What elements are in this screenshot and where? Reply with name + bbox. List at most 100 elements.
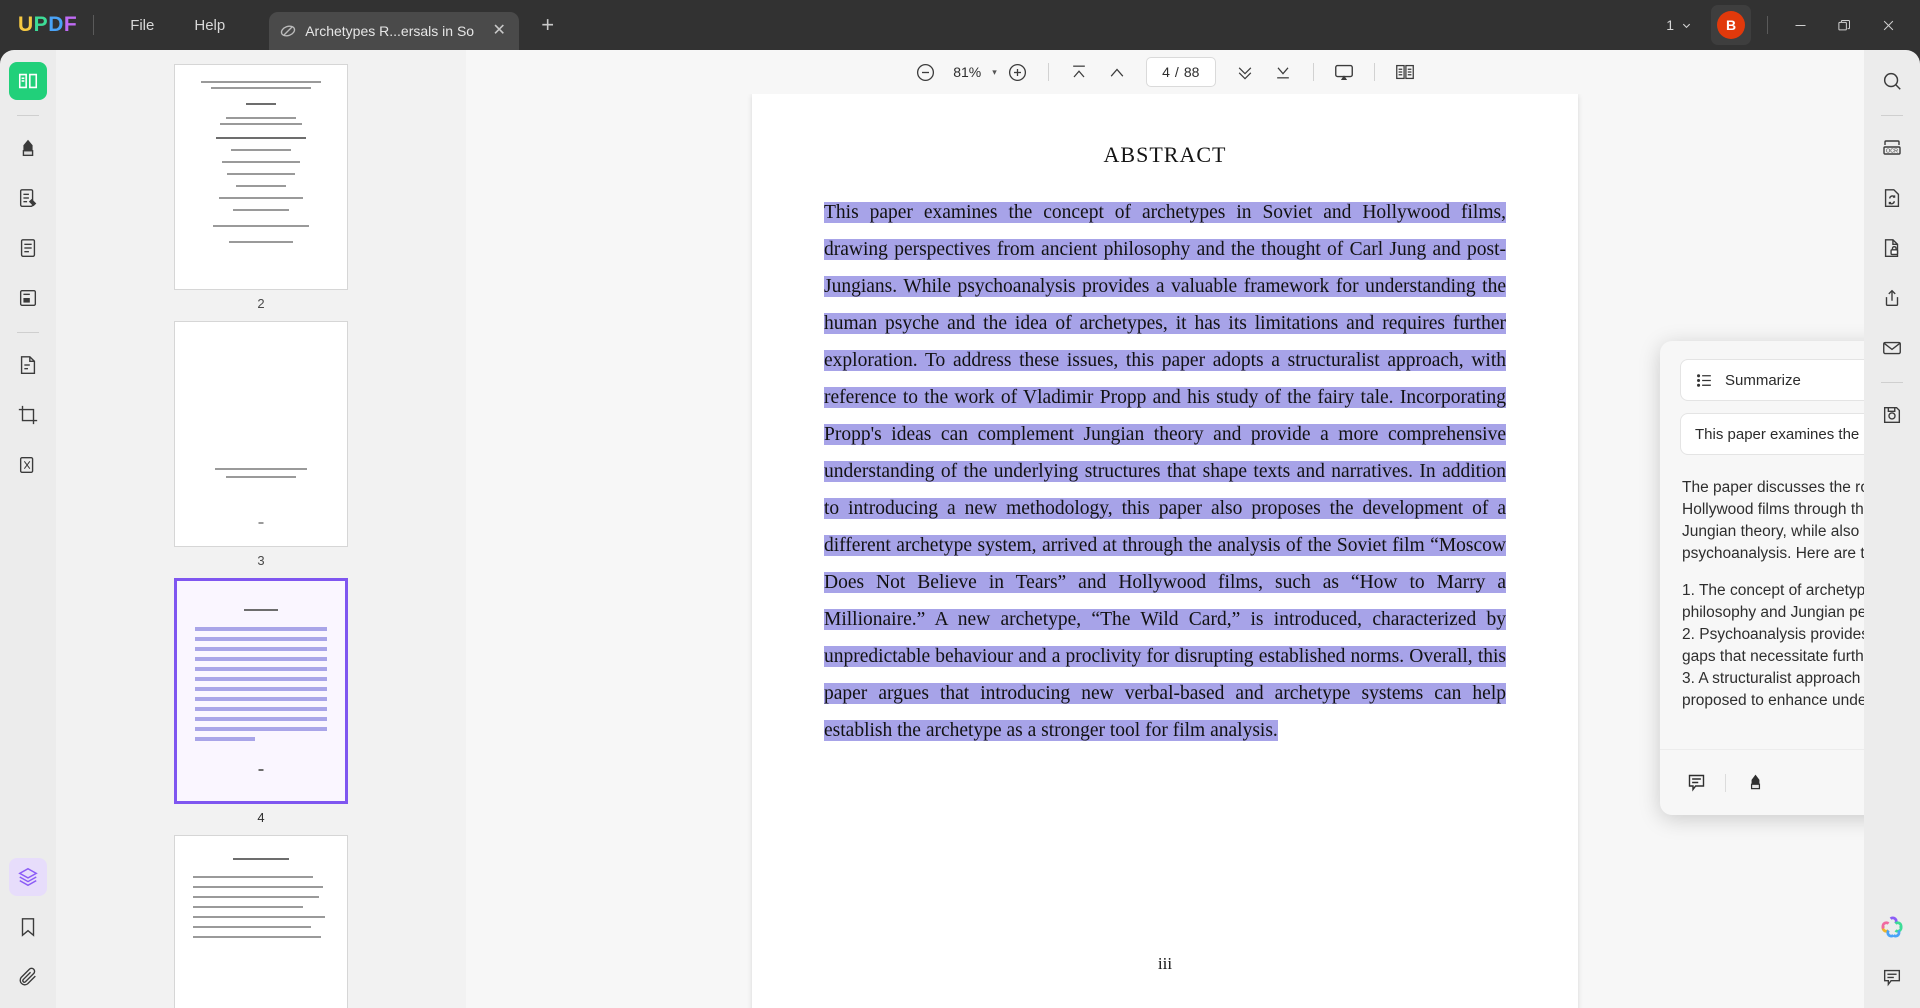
thumbnail-page-5[interactable]: 5: [56, 835, 466, 1008]
text-document-icon: [20, 239, 36, 257]
save-disk-icon: [1883, 406, 1901, 424]
right-toolbar: OCR: [1864, 50, 1920, 1008]
ai-flower-icon: [1881, 916, 1903, 938]
zoom-in-button[interactable]: [1001, 57, 1035, 87]
page-number-input[interactable]: 4 / 88: [1145, 57, 1216, 87]
comment-icon: [1883, 969, 1901, 987]
window-instance-count: 1: [1666, 17, 1674, 33]
tool-ocr[interactable]: OCR: [1873, 129, 1911, 167]
chevron-down-icon: [1682, 23, 1691, 28]
tool-convert[interactable]: [1873, 179, 1911, 217]
pdf-page: ABSTRACT This paper examines the concept…: [752, 94, 1578, 1008]
list-icon: [1697, 373, 1711, 387]
sidebar-item-edit-pdf[interactable]: [9, 179, 47, 217]
tool-ai-assistant[interactable]: [1873, 908, 1911, 946]
avatar-button[interactable]: B: [1711, 5, 1751, 45]
thumbnail-preview: [174, 835, 348, 1008]
presentation-mode-button[interactable]: [1327, 57, 1361, 87]
menu-file[interactable]: File: [110, 11, 174, 40]
layers-icon: [18, 867, 38, 887]
add-comment-icon: [1688, 774, 1704, 792]
zoom-dropdown-caret-icon[interactable]: ▾: [992, 67, 997, 78]
sidebar-item-image-tool[interactable]: [9, 279, 47, 317]
last-page-button[interactable]: [1266, 57, 1300, 87]
add-comment-button[interactable]: [1678, 767, 1714, 799]
sidebar-item-comment-highlighter[interactable]: [9, 129, 47, 167]
share-upload-icon: [1885, 289, 1899, 307]
right-rail-divider-2: [1881, 382, 1903, 383]
zoom-level-value[interactable]: 81%: [946, 64, 988, 80]
tool-search[interactable]: [1873, 62, 1911, 100]
toolbar-divider-3: [1373, 63, 1375, 81]
tool-save[interactable]: [1873, 396, 1911, 434]
highlighter-icon: [22, 139, 34, 157]
sidebar-item-organize-pages[interactable]: [9, 346, 47, 384]
sidebar-item-layers[interactable]: [9, 858, 47, 896]
logo-letter-f: F: [63, 13, 78, 36]
dual-page-view-icon: [1395, 64, 1414, 80]
page-folio: iii: [1157, 954, 1173, 973]
title-bar: U P D F File Help Archetypes R...ersals …: [0, 0, 1920, 50]
titlebar-divider: [93, 15, 95, 35]
previous-page-button[interactable]: [1100, 57, 1134, 87]
batch-pages-icon: [19, 456, 34, 474]
tool-protect[interactable]: [1873, 229, 1911, 267]
sidebar-item-attachments[interactable]: [9, 958, 47, 996]
document-tab[interactable]: Archetypes R...ersals in So ✕: [269, 12, 520, 50]
app-body: 2 3 4 81% ▾ 4 / 88 ABSTRACT This paper e…: [0, 50, 1920, 1008]
close-window-button[interactable]: [1866, 5, 1910, 45]
sidebar-item-crop[interactable]: [9, 396, 47, 434]
maximize-button[interactable]: [1822, 5, 1866, 45]
minimize-icon: [1795, 24, 1805, 26]
sidebar-item-batch[interactable]: [9, 446, 47, 484]
presentation-icon: [1334, 64, 1353, 81]
tool-email[interactable]: [1873, 329, 1911, 367]
first-page-icon: [1072, 65, 1085, 78]
view-mode-button[interactable]: [1388, 57, 1422, 87]
toolbar-divider-2: [1312, 63, 1314, 81]
logo-letter-d: D: [48, 13, 64, 36]
thumbnail-page-2[interactable]: 2: [56, 64, 466, 311]
svg-text:OCR: OCR: [1886, 149, 1898, 155]
logo-letter-u: U: [18, 13, 34, 36]
highlighted-text[interactable]: This paper examines the concept of arche…: [824, 202, 1506, 741]
actions-divider: [1725, 773, 1726, 792]
envelope-icon: [1883, 341, 1901, 355]
window-instance-selector[interactable]: 1: [1657, 12, 1701, 38]
close-icon: [1883, 20, 1893, 30]
thumbnail-page-3[interactable]: 3: [56, 321, 466, 568]
minimize-button[interactable]: [1778, 5, 1822, 45]
viewer-toolbar: 81% ▾ 4 / 88: [466, 50, 1864, 94]
sidebar-item-text-tool[interactable]: [9, 229, 47, 267]
page-thumbnails-panel[interactable]: 2 3 4: [56, 50, 466, 1008]
page-separator: /: [1174, 64, 1179, 80]
zoom-out-icon: [916, 63, 934, 81]
menu-help[interactable]: Help: [174, 11, 245, 40]
thumbnail-page-number: 3: [257, 553, 265, 568]
thumbnail-preview: [174, 321, 348, 547]
titlebar-right-group: 1 B: [1657, 0, 1920, 50]
tab-document-icon: [281, 25, 296, 37]
tool-comments-panel[interactable]: [1873, 958, 1911, 996]
tab-close-icon[interactable]: ✕: [489, 23, 509, 39]
previous-page-icon: [1110, 68, 1124, 77]
sidebar-item-reader[interactable]: [9, 62, 47, 100]
zoom-out-button[interactable]: [908, 57, 942, 87]
search-icon: [1883, 72, 1901, 90]
page-scroll-area[interactable]: ABSTRACT This paper examines the concept…: [466, 94, 1864, 1008]
page-current: 4: [1162, 64, 1170, 80]
tool-share[interactable]: [1873, 279, 1911, 317]
new-tab-button[interactable]: +: [541, 14, 554, 36]
crop-icon: [18, 405, 38, 425]
sidebar-item-bookmarks[interactable]: [9, 908, 47, 946]
logo-letter-p: P: [33, 13, 49, 36]
rail-divider-1: [17, 115, 39, 116]
highlight-button[interactable]: [1737, 767, 1773, 799]
toolbar-divider-1: [1047, 63, 1049, 81]
next-page-button[interactable]: [1228, 57, 1262, 87]
thumbnail-page-4[interactable]: 4: [56, 578, 466, 825]
convert-document-icon: [1884, 189, 1900, 207]
image-document-icon: [19, 289, 37, 307]
lock-document-icon: [1884, 239, 1899, 257]
first-page-button[interactable]: [1062, 57, 1096, 87]
